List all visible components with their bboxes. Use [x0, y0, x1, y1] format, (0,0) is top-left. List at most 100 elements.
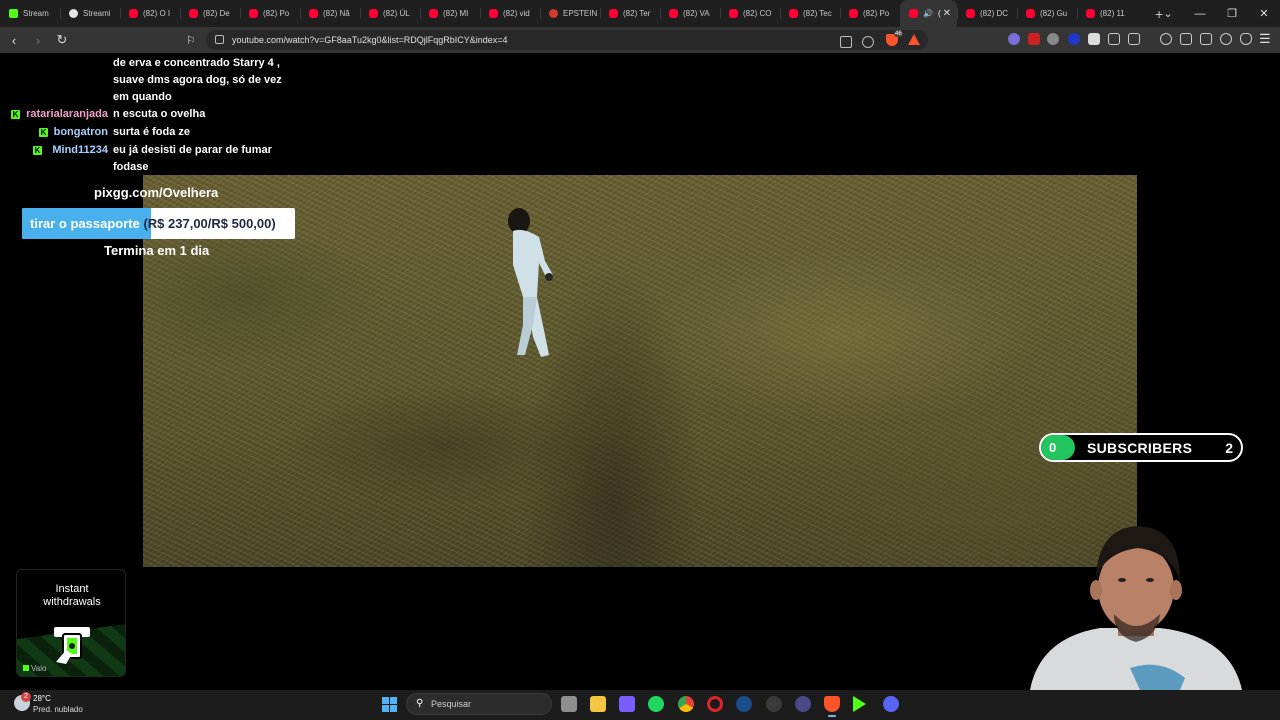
browser-tab[interactable]: (82) VA [660, 0, 720, 27]
youtube-icon [909, 9, 918, 18]
vpn-icon[interactable] [1240, 33, 1252, 45]
browser-tab-label: (82) ÚL [383, 9, 410, 18]
wallet-icon[interactable] [1200, 33, 1212, 45]
bookmark-icon[interactable]: ⚐ [186, 34, 196, 47]
browser-tab-label: (82) De [203, 9, 230, 18]
reload-button[interactable]: ↻ [52, 30, 72, 50]
extension-icon-4[interactable] [1068, 33, 1080, 45]
tab-search-icon[interactable]: ⌄ [1152, 0, 1184, 27]
steam-icon[interactable] [736, 696, 752, 712]
subscriber-goal-widget: 0 SUBSCRIBERS 2 [1039, 433, 1243, 462]
subscriber-goal-fill [1041, 435, 1075, 460]
discord-icon[interactable] [883, 696, 899, 712]
windows-start-icon[interactable] [382, 697, 397, 712]
chat-message-text: de erva e concentrado Starry 4 , [113, 57, 280, 69]
browser-tab[interactable]: (82) 11 [1077, 0, 1137, 27]
youtube-icon [249, 9, 258, 18]
minimize-button[interactable]: — [1184, 0, 1216, 27]
youtube-icon [429, 9, 438, 18]
steam-icon [69, 9, 78, 18]
chat-username[interactable]: bongatron [54, 124, 108, 141]
youtube-icon [609, 9, 618, 18]
obs-icon[interactable] [766, 696, 782, 712]
extension-icon-3[interactable] [1047, 33, 1059, 45]
media-icon[interactable] [1160, 33, 1172, 45]
brave-icon[interactable] [824, 696, 840, 717]
chat-message-text: fodase [113, 161, 149, 173]
browser-tab[interactable]: Streami [60, 0, 120, 27]
youtube-icon [1026, 9, 1035, 18]
video-frame-person [508, 208, 553, 357]
weather-description[interactable]: Pred. nublado [33, 705, 83, 714]
play-icon[interactable] [853, 696, 866, 712]
close-window-button[interactable]: ✕ [1248, 0, 1280, 27]
app-grid-icon[interactable] [619, 696, 635, 712]
taskbar-search[interactable]: ⚲ Pesquisar [406, 693, 552, 715]
ad-brand-text: Valo [31, 664, 47, 673]
youtube-icon [966, 9, 975, 18]
maximize-button[interactable]: ❐ [1216, 0, 1248, 27]
browser-tab[interactable]: (82) Po [240, 0, 300, 27]
extension-icon-6[interactable] [1128, 33, 1140, 45]
kick-icon [9, 9, 18, 18]
app-arrow-icon[interactable] [795, 696, 811, 712]
browser-tab[interactable]: (82) CO [720, 0, 780, 27]
ad-title-line: withdrawals [43, 596, 101, 608]
chrome-icon[interactable] [678, 696, 694, 712]
site-settings-icon[interactable] [215, 35, 224, 44]
forward-button[interactable]: › [28, 30, 48, 50]
extension-icon-1[interactable] [1008, 33, 1020, 45]
cash-withdraw-icon [54, 627, 90, 664]
close-tab-icon[interactable]: ✕ [943, 8, 951, 19]
browser-tab[interactable]: (82) O I [120, 0, 180, 27]
browser-tab[interactable]: (82) Ter [600, 0, 660, 27]
browser-tab[interactable]: (82) MI [420, 0, 480, 27]
chat-username[interactable]: ratarialaranjada [26, 106, 108, 123]
menu-icon[interactable]: ☰ [1259, 31, 1271, 47]
sponsor-ad[interactable]: Instant withdrawals Valo [16, 569, 126, 677]
browser-tab-label: (82) O I [143, 9, 171, 18]
browser-tab[interactable]: (82) Nã [300, 0, 360, 27]
search-icon: ⚲ [416, 698, 424, 709]
browser-tab[interactable]: (82) Po [840, 0, 900, 27]
browser-tab[interactable]: (82) Gu [1017, 0, 1077, 27]
cast-icon[interactable] [840, 36, 852, 48]
donation-link: pixgg.com/Ovelhera [94, 185, 219, 200]
back-button[interactable]: ‹ [4, 30, 24, 50]
weather-temperature[interactable]: 28°C [33, 694, 51, 703]
browser-tab[interactable]: Stream [0, 0, 60, 27]
browser-tab[interactable]: (82) Tec [780, 0, 840, 27]
brave-rewards-icon[interactable] [908, 34, 920, 45]
donation-goal-bar: tirar o passaporte (R$ 237,00/R$ 500,00) [22, 208, 295, 239]
browser-tab-label: (82) CO [743, 9, 772, 18]
youtube-icon [189, 9, 198, 18]
browser-tab[interactable]: (82) DC [957, 0, 1017, 27]
spotify-icon[interactable] [648, 696, 664, 712]
browser-tab-label: EPSTEIN [563, 9, 598, 18]
ad-brand-logo-icon [23, 665, 29, 671]
youtube-icon [489, 9, 498, 18]
browser-tab[interactable]: EPSTEIN [540, 0, 600, 27]
chat-username[interactable]: Mind11234 [52, 142, 108, 159]
chat-message-text: n escuta o ovelha [113, 108, 206, 120]
youtube-icon [309, 9, 318, 18]
sidebar-icon[interactable] [1180, 33, 1192, 45]
browser-tab[interactable]: 🔊 (✕ [900, 0, 957, 27]
file-explorer-icon[interactable] [590, 696, 606, 712]
extension-icon-2[interactable] [1028, 33, 1040, 45]
ad-brand: Valo [23, 664, 46, 673]
browser-tab[interactable]: (82) ÚL [360, 0, 420, 27]
browser-tab[interactable]: (82) De [180, 0, 240, 27]
opera-icon[interactable] [707, 696, 723, 712]
browser-tab[interactable]: (82) vid [480, 0, 540, 27]
leo-ai-icon[interactable] [1220, 33, 1232, 45]
speaker-icon[interactable]: 🔊 [923, 9, 933, 18]
share-icon[interactable] [862, 36, 874, 48]
taskbar-search-placeholder: Pesquisar [431, 699, 472, 709]
extensions-puzzle-icon[interactable] [1108, 33, 1120, 45]
task-view-icon[interactable] [561, 696, 577, 712]
youtube-icon [129, 9, 138, 18]
address-bar[interactable]: youtube.com/watch?v=GF8aaTu2kg0&list=RDQ… [206, 30, 928, 50]
browser-tab-label: (82) vid [503, 9, 530, 18]
extension-icon-5[interactable] [1088, 33, 1100, 45]
